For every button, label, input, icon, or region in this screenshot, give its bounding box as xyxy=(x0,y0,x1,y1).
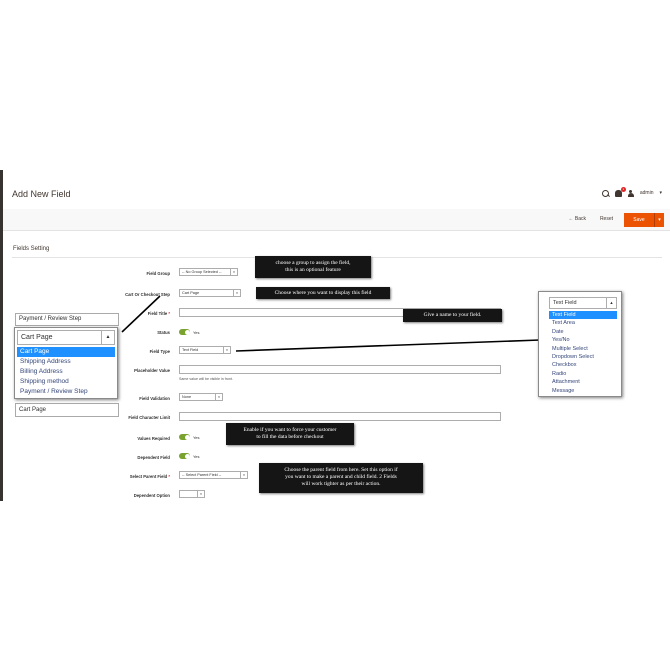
notification-badge: 1 xyxy=(620,186,626,192)
left-option[interactable]: Shipping method xyxy=(17,377,115,387)
chevron-down-icon: ▾ xyxy=(230,269,237,275)
left-option[interactable]: Shipping Address xyxy=(17,357,115,367)
dependent-option-label: Dependent Option xyxy=(133,493,170,498)
validation-value: None xyxy=(182,395,192,399)
right-dropdown-selected: Text Field xyxy=(553,300,577,306)
right-option[interactable]: Message xyxy=(549,387,617,395)
chevron-down-icon: ▾ xyxy=(223,347,230,353)
tooltip-required-line-1: Enable if you want to force your custome… xyxy=(243,427,337,433)
admin-bar: 1 admin ▾ xyxy=(601,186,662,200)
right-option[interactable]: Multiple Select xyxy=(549,345,617,353)
left-fragment-bottom-text: Cart Page xyxy=(19,407,47,413)
dependent-field-value: Yes xyxy=(193,454,200,459)
user-icon[interactable] xyxy=(627,189,634,197)
chevron-down-icon: ▾ xyxy=(215,394,222,400)
reset-button[interactable]: Reset xyxy=(600,216,613,222)
right-dropdown-select[interactable]: Text Field ▲ xyxy=(549,297,617,309)
status-toggle[interactable] xyxy=(179,329,190,335)
parent-field-label-text: Select Parent Field xyxy=(129,474,168,479)
cart-step-value: Cart Page xyxy=(182,291,200,295)
tooltip-parent-line-2: you want to make a parent and child fiel… xyxy=(285,474,397,480)
left-option[interactable]: Payment / Review Step xyxy=(17,387,115,397)
placeholder-note: Same value will be visible in front. xyxy=(179,377,233,381)
tooltip-required-line-2: to fill the data before checkout xyxy=(256,434,324,440)
save-button[interactable]: Save ▾ xyxy=(624,213,664,227)
chevron-down-icon: ▾ xyxy=(240,472,247,478)
field-type-dropdown-callout: Text Field ▲ Text Field Text Area Date Yes/N… xyxy=(538,291,622,397)
field-group-value: -- No Group Selected -- xyxy=(182,270,222,274)
tooltip-name-line-1: Give a name to your field. xyxy=(423,312,482,318)
search-icon[interactable] xyxy=(601,189,609,197)
admin-caret-icon[interactable]: ▾ xyxy=(659,190,662,196)
tooltip-group-line-1: choose a group to assign the field, xyxy=(275,260,351,266)
field-title-label-text: Field Title xyxy=(147,311,168,316)
tooltip-step-line-1: Choose where you want to display this fi… xyxy=(274,289,372,296)
save-options-icon[interactable]: ▾ xyxy=(655,217,664,223)
char-limit-input[interactable] xyxy=(179,412,501,421)
left-dropdown-selected: Cart Page xyxy=(21,334,53,341)
tooltip-field-group: choose a group to assign the field, this… xyxy=(255,256,371,278)
right-option[interactable]: Dropdown Select xyxy=(549,353,617,361)
right-option[interactable]: Attachment xyxy=(549,378,617,386)
right-option[interactable]: Date xyxy=(549,328,617,336)
cart-step-dropdown-callout: Cart Page ▲ Cart Page Shipping Address Bill… xyxy=(14,327,118,399)
field-type-select[interactable]: Text Field ▾ xyxy=(179,346,231,354)
bell-icon[interactable]: 1 xyxy=(614,186,626,197)
validation-select[interactable]: None ▾ xyxy=(179,393,223,401)
chevron-up-icon: ▲ xyxy=(101,331,114,344)
field-type-value: Text Field xyxy=(182,348,199,352)
field-group-select[interactable]: -- No Group Selected -- ▾ xyxy=(179,268,238,276)
right-option[interactable]: Checkbox xyxy=(549,361,617,369)
left-option[interactable]: Cart Page xyxy=(17,347,115,357)
right-option[interactable]: Yes/No xyxy=(549,336,617,344)
page-title: Add New Field xyxy=(12,189,71,199)
cart-step-select[interactable]: Cart Page ▾ xyxy=(179,289,241,297)
parent-field-select[interactable]: -- Select Parent Field -- ▾ xyxy=(179,471,248,479)
save-label: Save xyxy=(633,217,645,223)
admin-username[interactable]: admin xyxy=(640,190,654,196)
values-required-toggle[interactable] xyxy=(179,434,190,440)
left-option[interactable]: Billing Address xyxy=(17,367,115,377)
tooltip-field-title: Give a name to your field. xyxy=(403,309,502,322)
right-option[interactable]: Text Area xyxy=(549,319,617,327)
values-required-value: Yes xyxy=(193,435,200,440)
chevron-up-icon: ▲ xyxy=(606,298,616,308)
page-actions-bar: ← Back Reset Save ▾ xyxy=(3,209,670,231)
tooltip-parent-line-1: Choose the parent field from here. Set t… xyxy=(284,467,398,473)
back-arrow-icon: ← xyxy=(568,216,574,222)
right-option[interactable]: Text Field xyxy=(549,311,617,320)
left-dropdown-options: Cart Page Shipping Address Billing Address… xyxy=(17,347,115,397)
back-label: Back xyxy=(574,216,586,222)
left-dropdown-select[interactable]: Cart Page ▲ xyxy=(17,330,115,345)
chevron-down-icon: ▾ xyxy=(197,491,204,497)
parent-field-value: -- Select Parent Field -- xyxy=(182,473,222,477)
tooltip-group-line-2: this is an optional feature xyxy=(285,267,341,273)
values-required-label: Values Required xyxy=(137,436,170,441)
tooltip-parent-line-3: will work tighter as per their action. xyxy=(301,481,381,487)
right-dropdown-options: Text Field Text Area Date Yes/No Multiple Se… xyxy=(549,311,617,395)
tooltip-parent-field: Choose the parent field from here. Set t… xyxy=(259,463,423,493)
tooltip-cart-step: Choose where you want to display this fi… xyxy=(256,287,390,299)
required-marker: * xyxy=(168,311,170,316)
placeholder-input[interactable] xyxy=(179,365,501,374)
required-marker: * xyxy=(168,474,170,479)
right-option[interactable]: Radio xyxy=(549,370,617,378)
tooltip-values-required: Enable if you want to force your custome… xyxy=(226,423,354,445)
chevron-down-icon: ▾ xyxy=(233,290,240,296)
back-button[interactable]: ← Back xyxy=(568,216,586,222)
left-dropdown-fragment-bottom: Cart Page xyxy=(15,403,119,417)
status-value: Yes xyxy=(193,330,200,335)
left-dropdown-fragment-top: Payment / Review Step xyxy=(15,313,119,326)
dependent-field-label: Dependent Field xyxy=(137,455,170,460)
left-fragment-top-text: Payment / Review Step xyxy=(19,316,82,322)
parent-field-label: Select Parent Field * xyxy=(50,474,170,479)
dependent-option-select[interactable]: ▾ xyxy=(179,490,205,498)
cart-step-label: Cart Or Checkout Step xyxy=(125,292,170,297)
dependent-field-toggle[interactable] xyxy=(179,453,190,459)
section-title: Fields Setting xyxy=(13,246,50,252)
field-group-label: Field Group xyxy=(146,271,171,276)
